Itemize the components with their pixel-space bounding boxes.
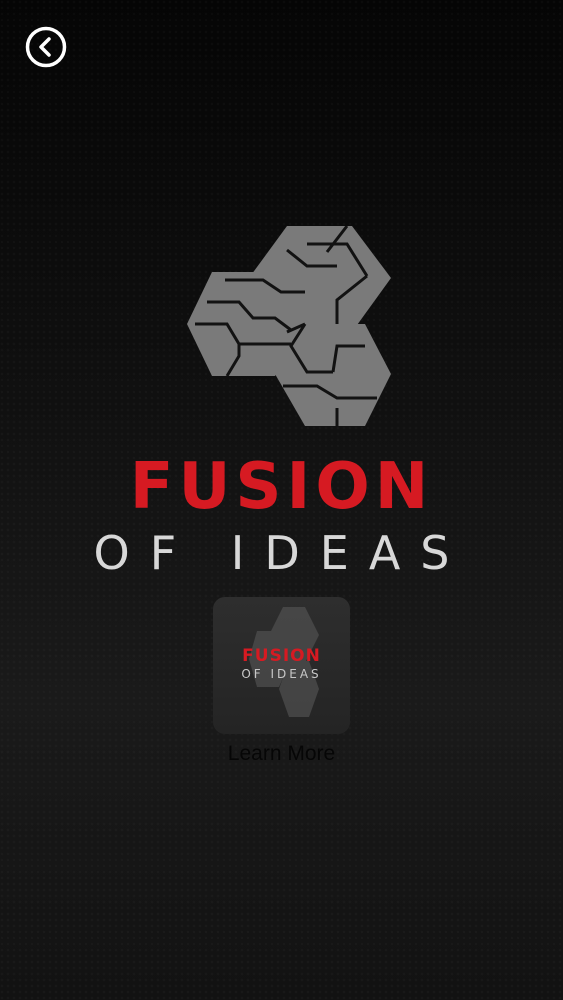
thumbnail-subtitle: OF IDEAS [241, 667, 322, 681]
app-screen: FUSION OF IDEAS FUSION OF IDEAS Learn Mo… [0, 0, 563, 1000]
learn-more-thumbnail[interactable]: FUSION OF IDEAS [213, 597, 350, 734]
thumbnail-title: FUSION [242, 646, 321, 666]
back-button[interactable] [25, 26, 67, 68]
learn-more-link[interactable]: Learn More [163, 741, 400, 767]
chevron-left-circle-icon [25, 26, 67, 68]
brand-subtitle: OF IDEAS [93, 526, 470, 580]
hexagon-cluster-logo-icon [187, 226, 391, 426]
brand-title: FUSION [129, 450, 434, 524]
